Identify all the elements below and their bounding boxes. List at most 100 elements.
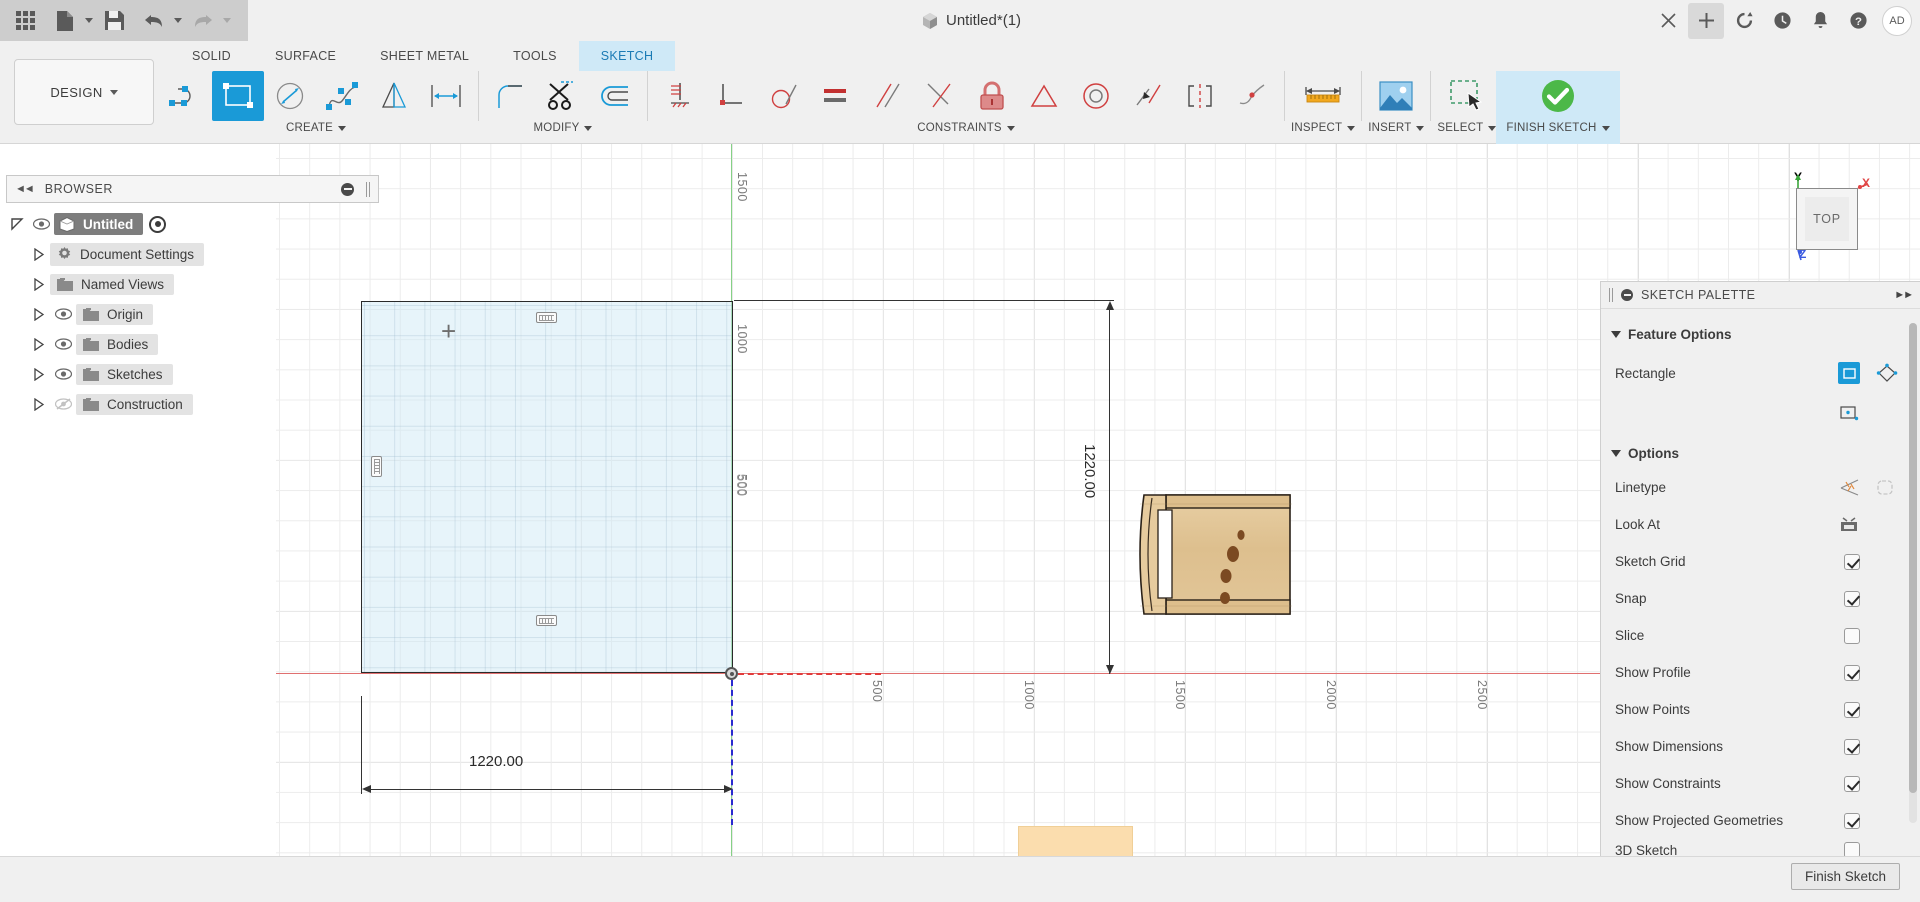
undo-button[interactable]	[135, 4, 182, 38]
circle-tool-icon[interactable]	[264, 71, 316, 121]
insert-group-label[interactable]: INSERT	[1368, 122, 1425, 134]
close-icon[interactable]	[1650, 3, 1686, 39]
constraints-group-label[interactable]: CONSTRAINTS	[917, 122, 1015, 134]
offset-tool-icon[interactable]	[589, 71, 641, 121]
coincident-constraint-icon[interactable]	[1122, 71, 1174, 121]
redo-caret-icon[interactable]	[223, 18, 231, 23]
save-icon[interactable]	[95, 4, 133, 38]
tree-label-wrap[interactable]: Sketches	[76, 363, 173, 385]
tree-item-named-views[interactable]: Named Views	[6, 269, 379, 299]
inspect-group-label[interactable]: INSPECT	[1291, 122, 1356, 134]
tree-label-wrap[interactable]: Named Views	[50, 273, 175, 295]
3-point-rectangle-icon[interactable]	[1876, 362, 1898, 384]
view-cube[interactable]: Y X Z TOP	[1772, 166, 1890, 266]
measure-icon[interactable]	[1297, 71, 1349, 121]
sketch-dimension-icon[interactable]	[420, 71, 472, 121]
palette-minus-icon[interactable]	[1621, 289, 1633, 301]
fix-unfix-constraint-icon[interactable]	[966, 71, 1018, 121]
insert-image-icon[interactable]	[1370, 71, 1422, 121]
snap-checkbox[interactable]	[1844, 590, 1860, 607]
show-profile-checkbox[interactable]	[1844, 664, 1860, 681]
line-tool-icon[interactable]	[160, 71, 212, 121]
sync-icon[interactable]	[1726, 3, 1762, 39]
tree-item-sketches[interactable]: Sketches	[6, 359, 379, 389]
tree-item-bodies[interactable]: Bodies	[6, 329, 379, 359]
select-group-label[interactable]: SELECT	[1437, 122, 1497, 134]
undo-icon[interactable]	[135, 4, 173, 38]
equal-constraint-icon[interactable]	[810, 71, 862, 121]
history-icon[interactable]	[1764, 3, 1800, 39]
trim-tool-icon[interactable]	[537, 71, 589, 121]
rectangle-tool-icon[interactable]	[212, 71, 264, 121]
new-file-button[interactable]	[46, 4, 93, 38]
fillet-tool-icon[interactable]	[485, 71, 537, 121]
centerline-linetype-icon[interactable]	[1876, 477, 1898, 499]
tab-solid[interactable]: SOLID	[170, 41, 253, 71]
undo-caret-icon[interactable]	[174, 18, 182, 23]
modify-group-label[interactable]: MODIFY	[534, 122, 593, 134]
select-window-icon[interactable]	[1441, 71, 1493, 121]
tree-label-wrap[interactable]: Origin	[76, 303, 154, 325]
visibility-eye-icon[interactable]	[50, 368, 76, 380]
section-feature-options[interactable]: Feature Options	[1601, 319, 1920, 350]
redo-icon[interactable]	[184, 4, 222, 38]
visibility-eye-icon[interactable]	[50, 308, 76, 320]
perpendicular-constraint-icon[interactable]	[706, 71, 758, 121]
workspace-selector[interactable]: DESIGN	[14, 59, 154, 125]
tree-item-origin[interactable]: Origin	[6, 299, 379, 329]
ribbon-group-finish-sketch[interactable]: FINISH SKETCH	[1496, 71, 1620, 144]
expand-triangle-icon[interactable]	[28, 337, 50, 351]
tab-sheet-metal[interactable]: SHEET METAL	[358, 41, 491, 71]
notification-bell-icon[interactable]	[1802, 3, 1838, 39]
collinear-constraint-icon[interactable]	[914, 71, 966, 121]
palette-scrollbar[interactable]	[1909, 323, 1917, 823]
create-group-label[interactable]: CREATE	[286, 122, 346, 134]
collapse-panel-icon[interactable]: ◄◄	[15, 183, 35, 195]
expand-triangle-icon[interactable]	[28, 307, 50, 321]
help-icon[interactable]: ?	[1840, 3, 1876, 39]
new-file-caret-icon[interactable]	[85, 18, 93, 23]
tree-item-document-settings[interactable]: Document Settings	[6, 239, 379, 269]
spline-tool-icon[interactable]	[316, 71, 368, 121]
tree-item-untitled[interactable]: Untitled	[6, 209, 379, 239]
width-dimension-value[interactable]: 1220.00	[469, 753, 523, 770]
symmetry-constraint-icon[interactable]	[1174, 71, 1226, 121]
show-dimensions-checkbox[interactable]	[1844, 738, 1860, 755]
new-file-icon[interactable]	[46, 4, 84, 38]
tree-label-wrap[interactable]: Construction	[76, 393, 193, 415]
document-tab[interactable]: Untitled*(1)	[905, 0, 1038, 41]
center-rectangle-icon[interactable]	[1838, 402, 1860, 424]
origin-point[interactable]	[725, 667, 738, 680]
slice-checkbox[interactable]	[1844, 627, 1860, 644]
app-grid-icon[interactable]	[6, 4, 44, 38]
horizontal-constraint-glyph-top[interactable]	[536, 312, 557, 323]
avatar[interactable]: AD	[1882, 5, 1912, 36]
look-at-icon[interactable]	[1838, 514, 1860, 536]
tree-root-label-wrap[interactable]: Untitled	[54, 213, 144, 235]
tree-item-construction[interactable]: Construction	[6, 389, 379, 419]
show-constraints-checkbox[interactable]	[1844, 775, 1860, 792]
visibility-hidden-eye-icon[interactable]	[50, 398, 76, 410]
visibility-eye-icon[interactable]	[50, 338, 76, 350]
mirror-tool-icon[interactable]	[368, 71, 420, 121]
plus-icon[interactable]	[1688, 2, 1724, 39]
finish-sketch-check-icon[interactable]	[1532, 71, 1584, 121]
tab-surface[interactable]: SURFACE	[253, 41, 358, 71]
midpoint-constraint-icon[interactable]	[1018, 71, 1070, 121]
expand-triangle-icon[interactable]	[28, 277, 50, 291]
expand-triangle-icon[interactable]	[28, 397, 50, 411]
canvas-image-chair[interactable]	[1136, 492, 1296, 617]
tangent-constraint-icon[interactable]	[758, 71, 810, 121]
tree-label-wrap[interactable]: Bodies	[76, 333, 159, 355]
curvature-constraint-icon[interactable]	[1226, 71, 1278, 121]
visibility-eye-icon[interactable]	[28, 218, 54, 230]
concentric-constraint-icon[interactable]	[1070, 71, 1122, 121]
redo-button[interactable]	[184, 4, 231, 38]
horizontal-constraint-glyph-bottom[interactable]	[536, 615, 557, 626]
show-points-checkbox[interactable]	[1844, 701, 1860, 718]
height-dimension-value[interactable]: 1220.00	[1081, 444, 1098, 498]
show-projected-geometries-checkbox[interactable]	[1844, 812, 1860, 829]
finish-sketch-button[interactable]: Finish Sketch	[1790, 863, 1900, 890]
browser-resize-grip[interactable]	[366, 181, 370, 197]
parallel-constraint-icon[interactable]	[862, 71, 914, 121]
